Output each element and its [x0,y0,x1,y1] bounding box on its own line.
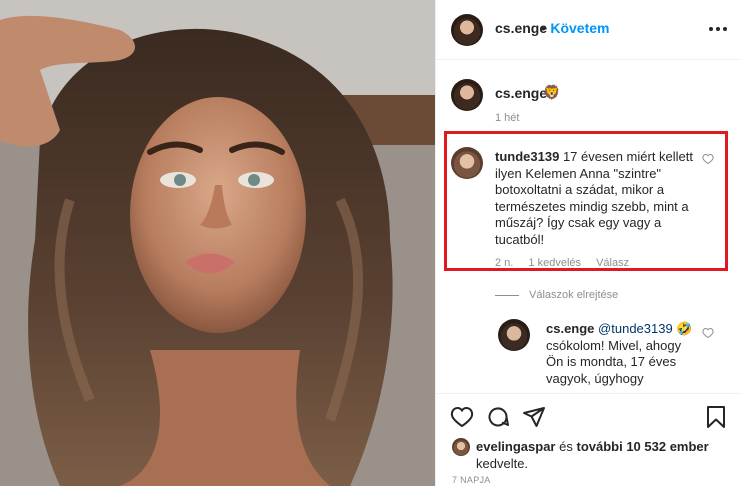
caption-author-username[interactable]: cs.enge [495,85,547,101]
likes-others[interactable]: további 10 532 ember [576,439,708,454]
divider-line [495,294,519,296]
heart-outline-icon[interactable] [450,405,474,429]
likes-text: evelingaspar és további 10 532 ember ked… [452,438,732,472]
caption-time[interactable]: 1 hét [495,112,519,124]
comment-time[interactable]: 2 n. [495,257,513,269]
reply-mention[interactable]: @tunde3139 [598,321,673,336]
reply-emoji: 🤣 [676,321,693,336]
comment-likes[interactable]: 1 kedvelés [528,257,581,269]
comment-meta: 2 n. 1 kedvelés Válasz [495,257,641,269]
action-bar: evelingaspar és további 10 532 ember ked… [436,393,741,486]
post-header: cs.enge • Követem [436,0,741,60]
comment-body: tunde3139 17 évesen miért kellett ilyen … [495,149,695,248]
likes-suffix: kedvelte. [476,456,529,471]
hide-replies-label: Válaszok elrejtése [529,289,619,301]
reply-button[interactable]: Válasz [596,257,629,269]
reply-username[interactable]: cs.enge [546,321,594,336]
liker-avatar[interactable] [452,438,470,456]
follow-wrap: • Követem [541,20,610,38]
author-avatar[interactable] [451,14,483,46]
more-horizontal-icon[interactable] [709,22,727,36]
caption-author-avatar[interactable] [451,79,483,111]
hide-replies-button[interactable]: Válaszok elrejtése [495,289,618,301]
bookmark-icon[interactable] [704,405,728,429]
post-date[interactable]: 7 NAPJA [452,475,491,485]
post-sidebar: cs.enge • Követem cs.enge 🦁 1 hét tunde3… [435,0,741,486]
author-username[interactable]: cs.enge [495,20,547,36]
comment-like-heart-icon[interactable] [702,153,714,165]
liker-username[interactable]: evelingaspar [476,439,556,454]
follow-button[interactable]: Követem [550,20,609,36]
reply-body: cs.enge @tunde3139 🤣 csókolom! Mivel, ah… [546,321,696,387]
portrait-image [0,0,435,486]
commenter-username[interactable]: tunde3139 [495,149,559,164]
likes-summary: evelingaspar és további 10 532 ember ked… [452,438,732,472]
likes-and: és [559,439,573,454]
commenter-avatar[interactable] [451,147,483,179]
post-photo[interactable] [0,0,435,486]
reply-author-avatar[interactable] [498,319,530,351]
share-direct-icon[interactable] [522,405,546,429]
lion-emoji: 🦁 [543,84,561,100]
separator-dot: • [541,20,546,36]
reply-like-heart-icon[interactable] [702,327,714,339]
comments-section[interactable]: cs.enge 🦁 1 hét tunde3139 17 évesen miér… [436,61,741,393]
comment-icon[interactable] [486,405,510,429]
reply-text: csókolom! Mivel, ahogy Ön is mondta, 17 … [546,337,682,386]
